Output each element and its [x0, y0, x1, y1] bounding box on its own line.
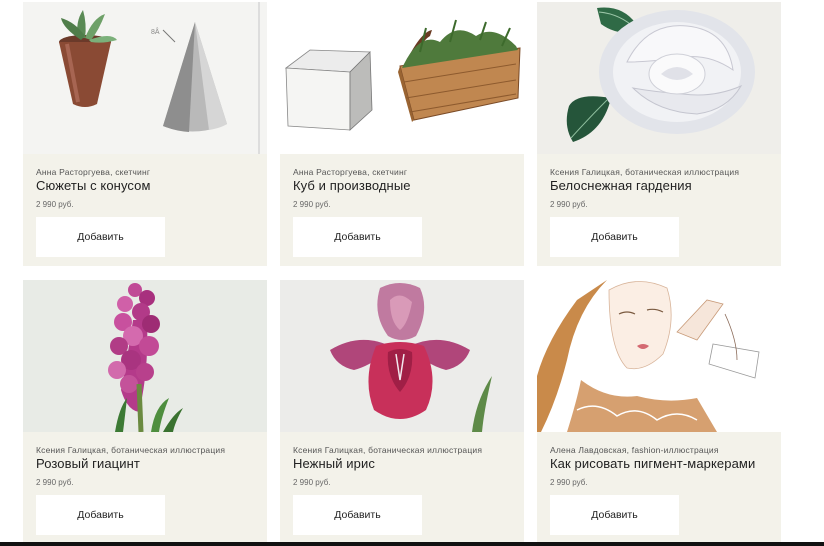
- product-author: Анна Расторгуева, скетчинг: [36, 167, 151, 177]
- white-gardenia-illustration: [537, 2, 781, 154]
- add-to-cart-button[interactable]: Добавить: [293, 495, 422, 535]
- product-card[interactable]: Ксения Галицкая, ботаническая иллюстраци…: [23, 280, 267, 544]
- product-card[interactable]: Алена Лавдовская, fashion-иллюстрация Ка…: [537, 280, 781, 544]
- add-to-cart-button[interactable]: Добавить: [293, 217, 422, 257]
- product-card[interactable]: Ксения Галицкая, ботаническая иллюстраци…: [280, 280, 524, 544]
- product-price: 2 990 руб.: [293, 200, 331, 209]
- add-to-cart-button[interactable]: Добавить: [550, 495, 679, 535]
- cone-flowerpot-sketch: 8Â: [23, 2, 267, 154]
- product-card[interactable]: Ксения Галицкая, ботаническая иллюстраци…: [537, 2, 781, 266]
- product-image[interactable]: [280, 280, 524, 432]
- add-to-cart-button[interactable]: Добавить: [550, 217, 679, 257]
- product-image[interactable]: [280, 2, 524, 154]
- fashion-portrait-illustration: [537, 280, 781, 432]
- product-card[interactable]: Анна Расторгуева, скетчинг Куб и произво…: [280, 2, 524, 266]
- bottom-divider: [0, 542, 824, 546]
- product-author: Алена Лавдовская, fashion-иллюстрация: [550, 445, 719, 455]
- product-title[interactable]: Как рисовать пигмент-маркерами: [550, 456, 755, 471]
- pink-hyacinth-illustration: [23, 280, 267, 432]
- product-author: Ксения Галицкая, ботаническая иллюстраци…: [293, 445, 483, 455]
- product-image[interactable]: [23, 280, 267, 432]
- product-author: Ксения Галицкая, ботаническая иллюстраци…: [36, 445, 226, 455]
- product-image[interactable]: 8Â: [23, 2, 267, 154]
- product-price: 2 990 руб.: [550, 478, 588, 487]
- product-author: Анна Расторгуева, скетчинг: [293, 167, 408, 177]
- add-to-cart-button[interactable]: Добавить: [36, 217, 165, 257]
- pink-iris-illustration: [280, 280, 524, 432]
- product-title[interactable]: Куб и производные: [293, 178, 411, 193]
- cube-planter-sketch: [280, 2, 524, 154]
- product-image[interactable]: [537, 2, 781, 154]
- product-title[interactable]: Розовый гиацинт: [36, 456, 140, 471]
- product-author: Ксения Галицкая, ботаническая иллюстраци…: [550, 167, 740, 177]
- product-title[interactable]: Сюжеты с конусом: [36, 178, 151, 193]
- product-price: 2 990 руб.: [293, 478, 331, 487]
- product-card[interactable]: 8Â Анна Расторгуева, скетчинг Сюжеты с к…: [23, 2, 267, 266]
- product-image[interactable]: [537, 280, 781, 432]
- svg-text:8Â: 8Â: [151, 27, 160, 36]
- product-price: 2 990 руб.: [36, 200, 74, 209]
- product-price: 2 990 руб.: [550, 200, 588, 209]
- add-to-cart-button[interactable]: Добавить: [36, 495, 165, 535]
- product-price: 2 990 руб.: [36, 478, 74, 487]
- product-title[interactable]: Нежный ирис: [293, 456, 375, 471]
- product-title[interactable]: Белоснежная гардения: [550, 178, 692, 193]
